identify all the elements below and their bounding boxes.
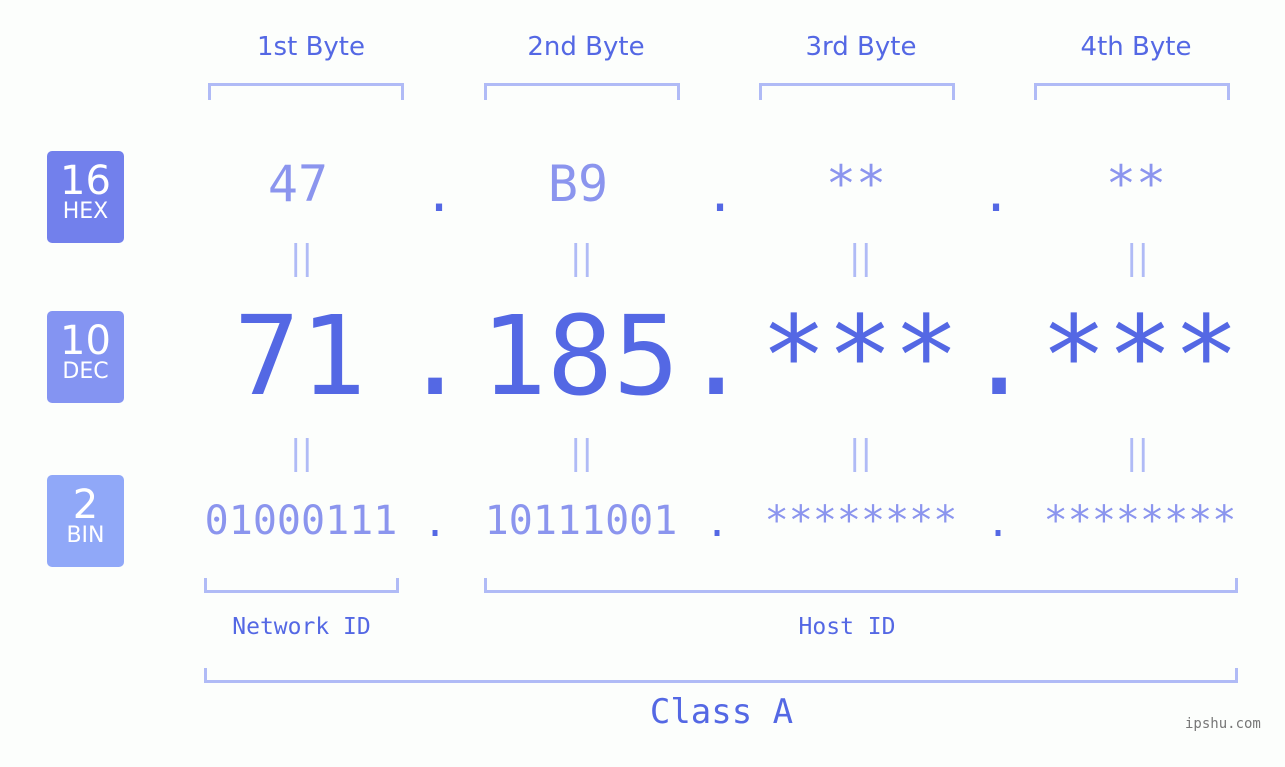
bin-byte-2: 10111001 [484,498,678,544]
dec-separator-1: . [402,292,469,420]
hex-byte-2: B9 [547,155,609,213]
hex-badge: 16 HEX [47,151,124,243]
dec-separator-3: . [966,292,1033,420]
network-id-bracket [204,578,399,593]
hex-byte-4: ** [1105,155,1167,213]
byte-header-3: 3rd Byte [805,32,917,62]
bin-separator-1: . [423,500,448,546]
dec-byte-3: *** [760,292,960,420]
host-id-label: Host ID [798,614,896,640]
byte-header-4: 4th Byte [1080,32,1192,62]
equals-icon: || [849,433,872,473]
dec-byte-1: 71 [233,292,367,420]
equals-icon: || [570,433,593,473]
hex-separator-3: . [981,165,1012,223]
bin-separator-3: . [986,500,1011,546]
dec-badge: 10 DEC [47,311,124,403]
equals-icon: || [1126,433,1149,473]
bin-separator-2: . [705,500,730,546]
hex-base-label: HEX [62,199,109,224]
byte-bracket-4 [1034,83,1230,100]
equals-icon: || [290,238,313,278]
hex-byte-1: 47 [267,155,329,213]
host-id-bracket [484,578,1238,593]
dec-base-number: 10 [60,318,111,364]
equals-icon: || [290,433,313,473]
hex-byte-3: ** [825,155,887,213]
dec-base-label: DEC [62,359,109,384]
hex-separator-2: . [705,165,736,223]
byte-bracket-2 [484,83,680,100]
hex-base-number: 16 [60,158,111,204]
bin-byte-3: ******** [764,498,958,544]
equals-icon: || [570,238,593,278]
bin-base-number: 2 [72,482,99,528]
dec-byte-2: 185 [480,292,680,420]
byte-bracket-1 [208,83,404,100]
byte-header-2: 2nd Byte [527,32,645,62]
bin-base-label: BIN [66,523,105,548]
network-id-label: Network ID [232,614,371,640]
hex-separator-1: . [424,165,455,223]
dec-separator-2: . [683,292,750,420]
byte-bracket-3 [759,83,955,100]
watermark: ipshu.com [1185,716,1261,732]
byte-header-1: 1st Byte [257,32,365,62]
class-bracket [204,668,1238,683]
dec-byte-4: *** [1040,292,1240,420]
class-label: Class A [649,692,794,732]
bin-byte-4: ******** [1043,498,1237,544]
bin-byte-1: 01000111 [204,498,398,544]
bin-badge: 2 BIN [47,475,124,567]
equals-icon: || [1126,238,1149,278]
equals-icon: || [849,238,872,278]
